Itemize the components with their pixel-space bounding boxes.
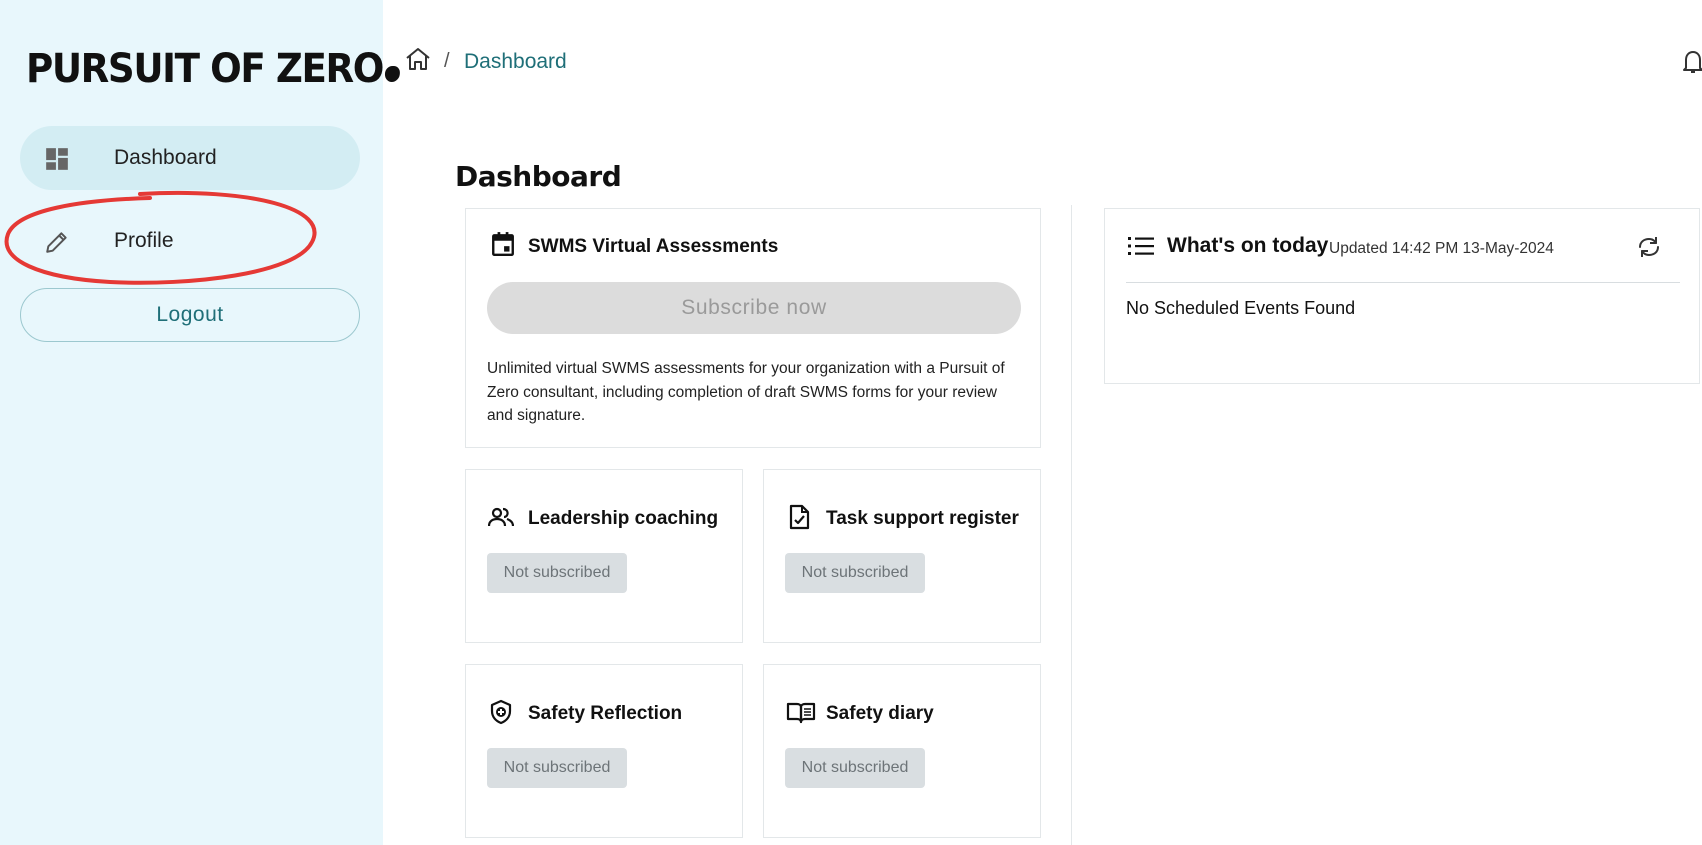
whats-on-today-title: What's on today <box>1167 234 1329 257</box>
dashboard-icon <box>46 148 68 170</box>
safety-reflection-card[interactable]: Safety Reflection Not subscribed <box>465 664 743 838</box>
safety-diary-card[interactable]: Safety diary Not subscribed <box>763 664 1041 838</box>
sidebar-item-label: Profile <box>114 229 174 252</box>
open-book-icon <box>786 702 816 724</box>
subscribe-now-button[interactable]: Subscribe now <box>487 282 1021 334</box>
brand-logo[interactable]: PURSUIT OF ZERO <box>26 46 400 92</box>
card-title: Safety Reflection <box>528 703 683 724</box>
refresh-icon[interactable] <box>1635 233 1663 261</box>
bell-icon[interactable] <box>1682 48 1702 76</box>
sidebar-item-label: Dashboard <box>114 146 217 169</box>
card-title: Safety diary <box>826 703 934 724</box>
document-check-icon <box>789 504 810 530</box>
calendar-icon <box>492 232 514 257</box>
breadcrumb-separator: / <box>444 50 450 72</box>
card-title: Leadership coaching <box>528 508 719 529</box>
status-badge: Not subscribed <box>487 553 627 593</box>
status-badge: Not subscribed <box>487 748 627 788</box>
logout-button[interactable]: Logout <box>20 288 360 342</box>
card-title: Task support register <box>826 508 1019 529</box>
updated-timestamp: Updated 14:42 PM 13-May-2024 <box>1329 240 1554 257</box>
task-support-register-card[interactable]: Task support register Not subscribed <box>763 469 1041 643</box>
whats-on-today-panel: What's on today Updated 14:42 PM 13-May-… <box>1104 208 1700 384</box>
home-icon[interactable] <box>404 46 432 72</box>
people-icon <box>488 507 514 527</box>
pencil-icon <box>46 232 67 253</box>
swms-card: SWMS Virtual Assessments Subscribe now U… <box>465 208 1041 448</box>
panel-divider <box>1126 282 1680 283</box>
page-title: Dashboard <box>455 160 622 193</box>
sidebar-item-profile[interactable]: Profile <box>20 209 360 273</box>
shield-plus-icon <box>490 699 512 725</box>
sidebar-item-dashboard[interactable]: Dashboard <box>20 126 360 190</box>
logo-text: PURSUIT OF ZERO <box>26 46 384 92</box>
column-divider <box>1071 205 1072 845</box>
swms-card-title: SWMS Virtual Assessments <box>528 236 779 257</box>
breadcrumb-dashboard[interactable]: Dashboard <box>464 50 567 74</box>
sidebar: PURSUIT OF ZERO Dashboard Profile Logout <box>0 0 400 845</box>
swms-description: Unlimited virtual SWMS assessments for y… <box>487 360 1005 424</box>
leadership-coaching-card[interactable]: Leadership coaching Not subscribed <box>465 469 743 643</box>
empty-state-text: No Scheduled Events Found <box>1126 298 1356 318</box>
list-icon <box>1128 237 1154 255</box>
logo-splat-icon <box>384 66 400 82</box>
status-badge: Not subscribed <box>785 748 925 788</box>
status-badge: Not subscribed <box>785 553 925 593</box>
